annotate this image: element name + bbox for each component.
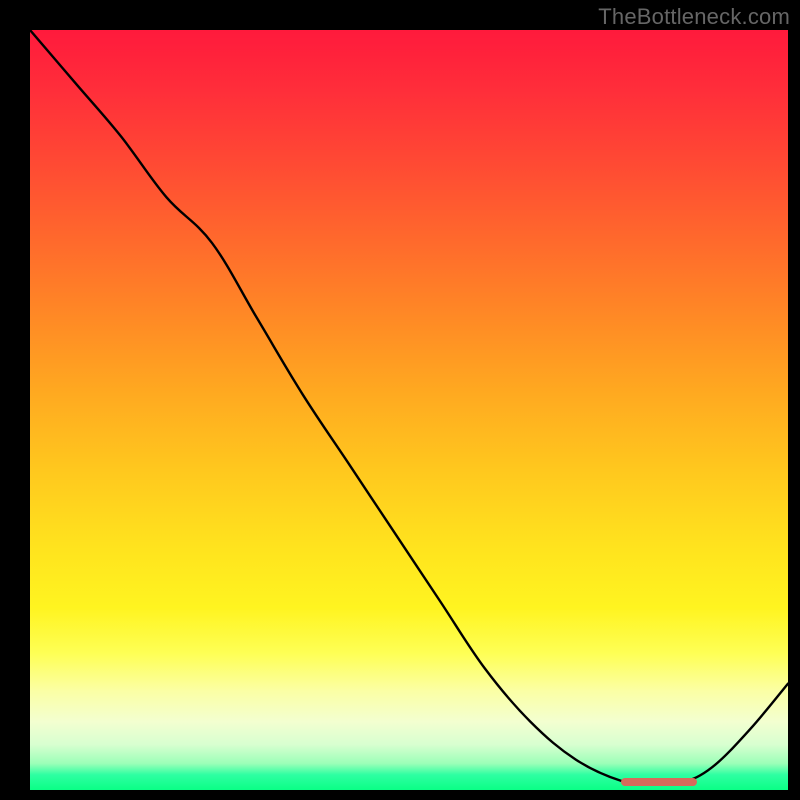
data-curve — [30, 30, 788, 784]
plot-area — [30, 30, 788, 790]
watermark-text: TheBottleneck.com — [598, 4, 790, 30]
data-curve-layer — [30, 30, 788, 790]
dip-marker — [621, 778, 697, 786]
chart-container: TheBottleneck.com — [0, 0, 800, 800]
